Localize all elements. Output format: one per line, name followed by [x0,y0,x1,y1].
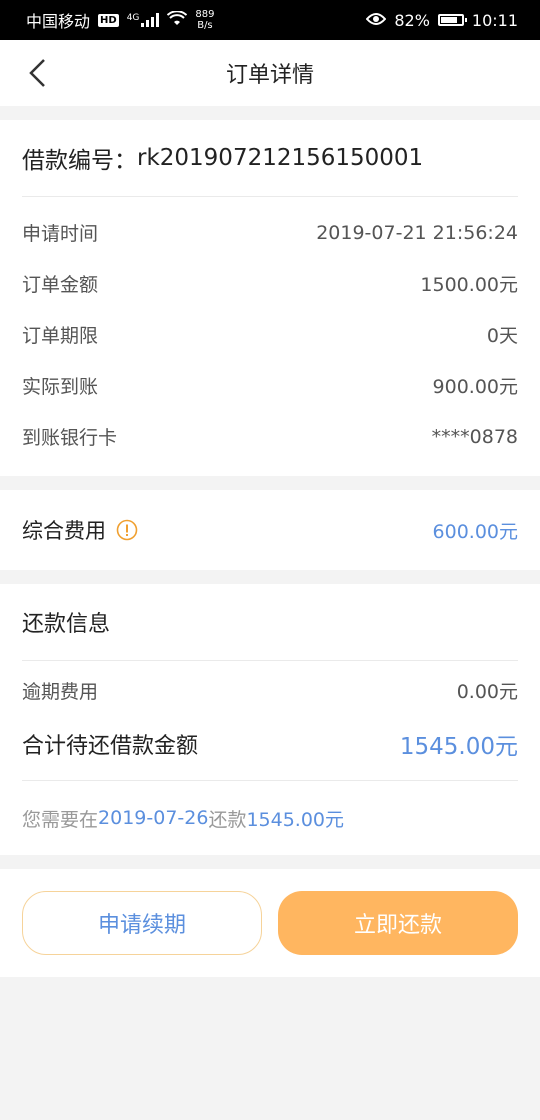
detail-key: 实际到账 [22,376,99,398]
battery-icon [437,14,467,26]
status-right: 82% 10:11 [365,10,518,30]
signal-icon: 4G [127,13,160,27]
total-key: 合计待还借款金额 [22,734,199,759]
detail-value: 0天 [486,325,518,347]
renew-button[interactable]: 申请续期 [22,891,262,955]
nav-bar: 订单详情 [0,40,540,106]
detail-value: 900.00元 [432,376,518,398]
carrier-name: 中国移动 [26,12,91,31]
action-bar: 申请续期 立即还款 [0,869,540,977]
notice-date: 2019-07-26 [98,807,209,829]
total-value: 1545.00元 [399,734,518,760]
battery-fill [440,17,458,23]
fee-label: 综合费用 [22,519,106,543]
info-icon[interactable] [116,519,138,541]
page-title: 订单详情 [225,63,314,88]
notice-mid: 还款 [208,808,247,831]
fee-card: 综合费用 600.00元 [0,490,540,570]
status-left: 中国移动 HD 4G 889 B/s [26,8,214,32]
clock: 10:11 [471,10,518,30]
battery-percent: 82% [394,10,430,30]
order-detail-list: 申请时间 2019-07-21 21:56:24 订单金额 1500.00元 订单期… [22,197,518,476]
overdue-value: 0.00元 [456,681,518,703]
repay-title: 还款信息 [22,584,518,661]
detail-row: 订单期限 0天 [22,309,518,360]
loan-number: 借款编号： rk201907212156150001 [22,120,518,197]
overdue-row: 逾期费用 0.00元 [22,665,518,716]
detail-row: 申请时间 2019-07-21 21:56:24 [22,207,518,258]
order-info-card: 借款编号： rk201907212156150001 申请时间 2019-07-2… [0,120,540,476]
fee-value: 600.00元 [432,520,518,543]
repay-card: 还款信息 逾期费用 0.00元 合计待还借款金额 1545.00元 您需要在 2019… [0,584,540,855]
detail-value: 1500.00元 [420,274,518,296]
detail-key: 订单期限 [22,325,99,347]
detail-key: 订单金额 [22,274,99,296]
loan-number-value: rk201907212156150001 [137,145,424,171]
repay-list: 逾期费用 0.00元 合计待还借款金额 1545.00元 [22,661,518,781]
repay-notice: 您需要在 2019-07-26 还款 1545.00元 [22,781,518,855]
status-bar: 中国移动 HD 4G 889 B/s 82% 10:11 [0,0,540,40]
detail-key: 到账银行卡 [22,427,118,449]
detail-row: 实际到账 900.00元 [22,360,518,411]
notice-amount: 1545.00元 [246,808,345,831]
repay-now-button[interactable]: 立即还款 [278,891,518,955]
loan-number-label: 借款编号： [22,148,137,174]
network-type: 4G [126,13,140,23]
back-button[interactable] [20,56,54,90]
total-row: 合计待还借款金额 1545.00元 [22,716,518,772]
hd-icon: HD [98,13,119,27]
wifi-icon [167,9,188,30]
detail-key: 申请时间 [22,223,99,245]
detail-value: 2019-07-21 21:56:24 [316,221,518,244]
eye-icon [365,11,387,30]
detail-row: 到账银行卡 ****0878 [22,411,518,462]
netspeed-value: 889 [195,9,215,20]
fee-row: 综合费用 600.00元 [22,490,518,570]
netspeed-unit: B/s [197,20,213,31]
network-speed: 889 B/s [195,9,214,31]
detail-row: 订单金额 1500.00元 [22,258,518,309]
fee-label-group: 综合费用 [22,515,138,545]
detail-value: ****0878 [431,425,518,448]
notice-prefix: 您需要在 [22,808,99,831]
overdue-key: 逾期费用 [22,681,99,703]
chevron-left-icon [29,59,45,87]
